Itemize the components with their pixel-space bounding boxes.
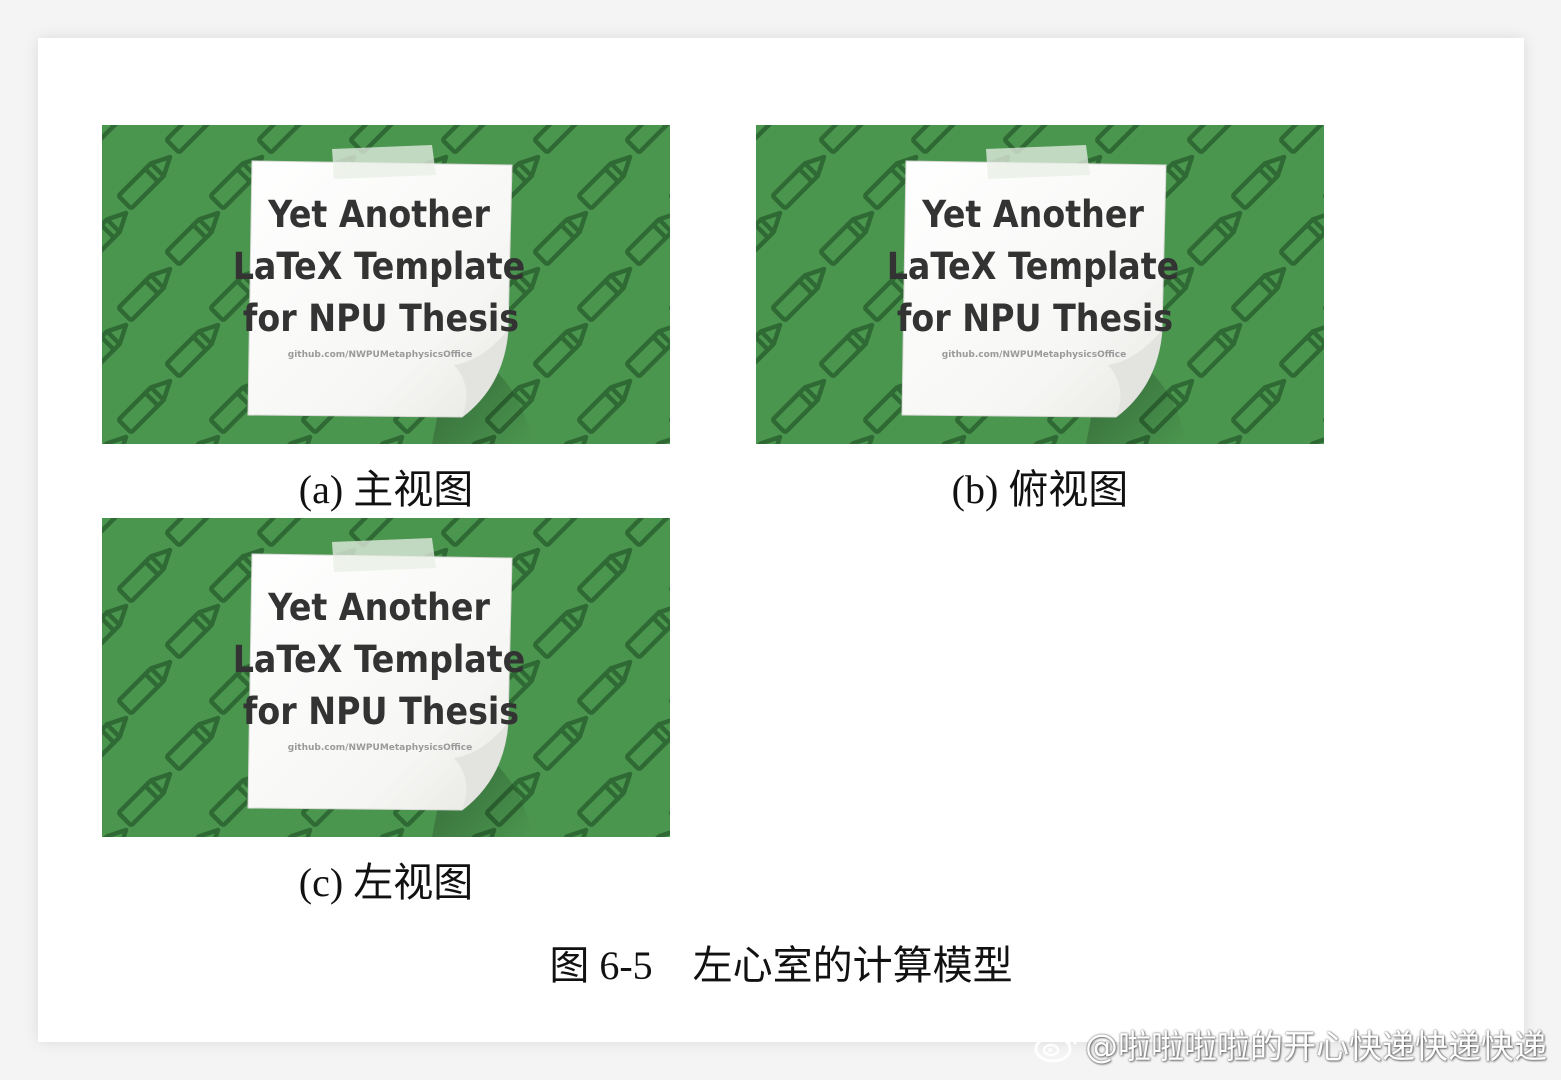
watermark: @啦啦啦啦的开心快递快递快递 — [1033, 1022, 1547, 1066]
note-title-line-1: Yet Another — [921, 193, 1144, 236]
subfigure-a-image: Yet Another LaTeX Template for NPU Thesi… — [102, 125, 670, 444]
note-url: github.com/NWPUMetaphysicsOffice — [942, 350, 1126, 360]
note-title-line-3: for NPU Thesis — [243, 690, 519, 733]
figure-caption: 图 6-5 左心室的计算模型 — [549, 943, 1013, 988]
weibo-icon — [1033, 1025, 1079, 1063]
note-url: github.com/NWPUMetaphysicsOffice — [288, 350, 472, 360]
note-url: github.com/NWPUMetaphysicsOffice — [288, 743, 472, 753]
note-title-line-1: Yet Another — [267, 193, 490, 236]
note-title-line-3: for NPU Thesis — [897, 297, 1173, 340]
subfigure-b-image: Yet Another LaTeX Template for NPU Thesi… — [756, 125, 1324, 444]
note-title-line-3: for NPU Thesis — [243, 297, 519, 340]
subfigure-c-image: Yet Another LaTeX Template for NPU Thesi… — [102, 518, 670, 837]
note-title-line-2: LaTeX Template — [233, 245, 526, 288]
subfigure-b-caption: (b) 俯视图 — [951, 467, 1129, 512]
watermark-text: @啦啦啦啦的开心快递快递快递 — [1085, 1027, 1547, 1066]
note-title-line-2: LaTeX Template — [887, 245, 1180, 288]
subfigure-c-caption: (c) 左视图 — [298, 860, 474, 905]
document-page: Yet Another LaTeX Template for NPU Thesi… — [38, 38, 1524, 1042]
subfigure-a-caption: (a) 主视图 — [298, 467, 474, 512]
note-title-line-2: LaTeX Template — [233, 638, 526, 681]
note-title-line-1: Yet Another — [267, 586, 490, 629]
